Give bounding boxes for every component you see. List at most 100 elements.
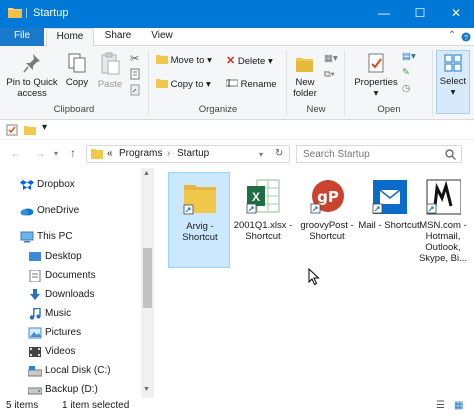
file-item[interactable]: Arvig - Shortcut [168,172,230,268]
nav-scrollbar[interactable]: ▲ ▼ [141,168,154,398]
desktop-icon [29,252,41,261]
forward-arrow-icon[interactable]: → [34,146,46,160]
nav-item-local-disk[interactable]: Local Disk (C:) [0,362,142,381]
new-item-button[interactable]: ▦▾ [324,52,338,66]
folder-icon [8,8,22,18]
move-to-dropdown-icon: ▾ [207,55,212,66]
nav-item-documents[interactable]: Documents [0,267,142,286]
tab-share[interactable]: Share [98,28,138,46]
open-group-label: Open [377,104,401,115]
maximize-button[interactable]: ☐ [402,0,438,28]
rename-button[interactable]: Rename [225,78,277,92]
easy-access-button[interactable]: ⧉▾ [324,68,335,82]
properties-button[interactable]: Properties ▾ [350,52,402,99]
ribbon-tabs: File Home Share View ⌃ ? [0,28,474,47]
scissors-icon: ✂ [130,53,140,65]
quick-access-toolbar: ▾ [0,120,474,140]
easy-access-icon: ⧉▾ [324,69,335,80]
mouse-cursor-icon [308,268,320,286]
nav-item-downloads[interactable]: Downloads [0,286,142,305]
item-count: 5 items [6,400,39,411]
move-to-button[interactable]: Move to ▾ [156,54,212,68]
excel-icon: X [246,179,280,214]
minimize-button[interactable]: — [366,0,402,28]
ribbon-collapse-icon[interactable]: ⌃ [446,28,458,46]
nav-label: Backup (D:) [45,384,98,395]
back-arrow-icon[interactable]: ← [10,146,22,160]
help-icon[interactable]: ? [460,28,472,46]
tab-home[interactable]: Home [46,28,94,47]
nav-label: Local Disk (C:) [45,365,111,376]
properties-icon[interactable] [6,124,18,136]
tab-view[interactable]: View [142,28,182,46]
tab-file[interactable]: File [0,28,44,46]
refresh-icon[interactable]: ↻ [275,148,283,159]
nav-label: OneDrive [37,205,80,216]
pin-to-quick-access-button[interactable]: Pin to Quick access [4,52,60,99]
edit-button[interactable]: ✎ [402,66,410,80]
delete-button[interactable]: ✕ Delete ▾ [226,54,273,69]
nav-item-videos[interactable]: Videos [0,343,142,362]
address-chevron[interactable]: « [107,148,113,159]
copy-button[interactable]: Copy [62,52,92,88]
nav-item-this-pc[interactable]: This PC [0,228,142,247]
nav-label: Desktop [45,251,82,262]
select-icon [444,54,462,72]
open-button[interactable]: ▤▾ [402,50,416,64]
svg-text:gP: gP [317,188,339,206]
copy-path-icon [130,68,140,80]
recent-locations-icon[interactable]: ▾ [54,149,58,158]
customize-toolbar-icon[interactable]: ▾ [42,122,47,133]
file-item[interactable]: MSN.com - Hotmail, Outlook, Skype, Bi... [412,172,474,268]
details-view-icon[interactable]: ☰ [436,400,445,411]
search-icon [445,149,456,160]
nav-item-onedrive[interactable]: OneDrive [0,202,142,221]
address-dropdown-icon[interactable]: ▾ [259,150,263,159]
address-bar[interactable]: « Programs › Startup ▾ ↻ [86,145,290,163]
nav-item-music[interactable]: Music [0,305,142,324]
file-item[interactable]: gP groovyPost - Shortcut [296,172,358,268]
new-folder-icon[interactable] [24,124,36,136]
cut-button[interactable]: ✂ [130,52,139,67]
file-item[interactable]: Mail - Shortcut [358,172,420,268]
drive-icon [28,387,42,395]
nav-item-pictures[interactable]: Pictures [0,324,142,343]
move-to-icon [156,55,168,64]
pin-label: Pin to Quick access [6,77,58,99]
copy-icon [68,53,86,73]
videos-icon [29,347,41,357]
msn-icon [426,179,461,215]
nav-label: Documents [45,270,96,281]
title-bar: Startup — ☐ ✕ [0,0,474,28]
scroll-down-icon[interactable]: ▼ [143,386,150,393]
nav-item-dropbox[interactable]: Dropbox [0,176,142,195]
new-folder-button[interactable]: New folder [288,52,322,99]
paste-shortcut-button[interactable] [130,84,140,101]
copy-to-icon [156,79,168,88]
copy-to-button[interactable]: Copy to ▾ [156,78,211,92]
new-item-icon: ▦▾ [324,53,338,64]
breadcrumb-programs[interactable]: Programs [119,148,162,159]
pictures-icon [28,327,42,339]
scrollbar-thumb[interactable] [143,248,152,308]
select-label: Select [439,76,467,87]
close-button[interactable]: ✕ [438,0,474,28]
scroll-up-icon[interactable]: ▲ [143,170,150,177]
nav-label: Videos [45,346,76,357]
large-icons-view-icon[interactable]: ▦ [454,400,463,411]
copy-path-button[interactable] [130,68,140,85]
file-list: Arvig - Shortcut X 2001Q1.xlsx - Shortcu… [154,168,474,398]
up-arrow-icon[interactable]: ↑ [70,146,76,160]
paste-button[interactable]: Paste [94,52,126,90]
breadcrumb-startup[interactable]: Startup [177,148,209,159]
svg-text:?: ? [464,35,468,42]
copy-label: Copy [65,77,89,88]
drive-icon [28,366,42,377]
history-button[interactable]: ◷ [402,82,410,96]
file-item[interactable]: X 2001Q1.xlsx - Shortcut [232,172,294,268]
file-label: 2001Q1.xlsx - Shortcut [233,220,293,242]
search-box[interactable]: Search Startup [296,145,462,163]
nav-item-desktop[interactable]: Desktop [0,248,142,267]
select-button[interactable]: Select ▾ [436,50,470,114]
history-icon: ◷ [402,83,411,94]
